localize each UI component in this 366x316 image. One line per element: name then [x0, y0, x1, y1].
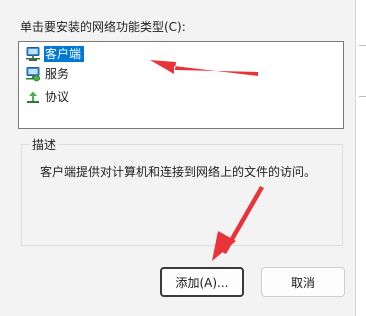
description-groupbox	[21, 144, 343, 246]
network-service-icon	[26, 67, 40, 82]
feature-type-list[interactable]: 客户端 服务 协议	[18, 41, 344, 129]
background-window-edge	[356, 0, 366, 316]
add-button[interactable]: 添加(A)...	[160, 267, 244, 297]
service-item-label: 服务	[45, 67, 70, 81]
cancel-button[interactable]: 取消	[261, 267, 345, 297]
description-group-title: 描述	[30, 136, 59, 153]
background-divider	[359, 96, 366, 97]
feature-description-text: 客户端提供对计算机和连接到网络上的文件的访问。	[40, 165, 317, 179]
list-item-service[interactable]: 服务	[25, 65, 72, 83]
list-item-client[interactable]: 客户端	[25, 45, 85, 63]
protocol-item-label: 协议	[45, 90, 70, 104]
network-protocol-icon	[27, 91, 39, 103]
select-network-feature-dialog: 单击要安装的网络功能类型(C): 客户端 服务 协议 描述 客户端提供对计算机和…	[0, 0, 356, 316]
client-item-label: 客户端	[44, 46, 85, 62]
background-divider	[359, 45, 366, 46]
feature-type-prompt: 单击要安装的网络功能类型(C):	[20, 20, 186, 34]
list-item-protocol[interactable]: 协议	[25, 88, 72, 106]
network-client-icon	[26, 47, 40, 61]
screenshot-stage: 单击要安装的网络功能类型(C): 客户端 服务 协议 描述 客户端提供对计算机和…	[0, 0, 366, 316]
